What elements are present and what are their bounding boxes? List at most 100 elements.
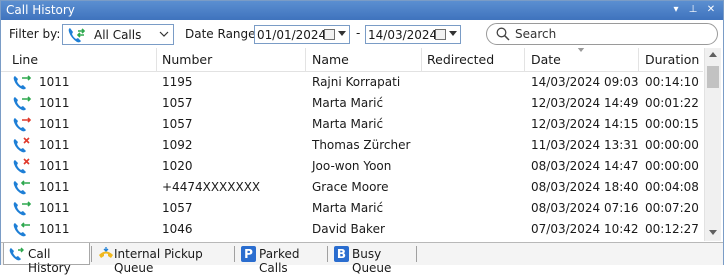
busy-queue-icon: B [334, 246, 349, 262]
cell-date: 11/03/2024 13:31 [531, 138, 639, 152]
date-from-value: 01/01/2024 [257, 28, 327, 42]
cell-number: 1057 [162, 96, 193, 110]
scroll-down-arrow[interactable] [709, 230, 717, 235]
cell-line: 1011 [39, 222, 70, 236]
vertical-scrollbar[interactable] [704, 48, 721, 241]
column-divider[interactable] [305, 48, 306, 72]
table-row[interactable]: 1011 1057 Marta Marić 12/03/2024 14:49 00:01… [1, 93, 703, 114]
tab-busy-queue[interactable]: B Busy Queue [329, 243, 415, 275]
pickup-queue-icon [99, 247, 113, 258]
table-row[interactable]: 1011 1046 David Baker 07/03/2024 10:42 00:12… [1, 219, 703, 240]
column-divider[interactable] [421, 48, 422, 72]
missed-call-icon [13, 137, 30, 153]
cell-duration: 00:01:22 [645, 96, 699, 110]
cell-duration: 00:12:27 [645, 222, 699, 236]
chevron-down-icon[interactable] [449, 31, 457, 36]
column-header-name[interactable]: Name [312, 52, 349, 67]
outgoing-call-icon [13, 201, 32, 216]
cell-number: 1092 [162, 138, 193, 152]
table-row[interactable]: 1011 1057 Marta Marić 12/03/2024 14:15 00:00… [1, 114, 703, 135]
column-header-number[interactable]: Number [162, 52, 212, 67]
cell-name: Joo-won Yoon [312, 159, 392, 173]
call-filter-value: All Calls [94, 28, 142, 42]
table-row[interactable]: 1011 +4474XXXXXXX Grace Moore 08/03/2024 18… [1, 177, 703, 198]
calendar-icon[interactable] [324, 29, 335, 40]
cell-number: +4474XXXXXXX [162, 180, 261, 194]
close-button[interactable]: ✕ [704, 2, 718, 18]
cell-date: 12/03/2024 14:49 [531, 96, 639, 110]
window-title: Call History [6, 3, 75, 17]
cell-number: 1057 [162, 201, 193, 215]
tab-call-history[interactable]: Call History [3, 243, 90, 275]
outgoing-call-failed-icon [13, 117, 32, 132]
pin-button[interactable]: ⊥ [686, 2, 700, 18]
phone-icon [9, 247, 24, 261]
tab-label: Call History [28, 247, 71, 275]
call-history-table: Line Number Name Redirected Date Duratio… [1, 48, 723, 241]
tab-divider [91, 246, 92, 262]
date-separator: - [356, 26, 361, 40]
date-from-picker[interactable]: 01/01/2024 [254, 25, 350, 44]
scrollbar-thumb[interactable] [707, 66, 719, 88]
cell-duration: 00:00:00 [645, 138, 699, 152]
column-header-redirected[interactable]: Redirected [427, 52, 494, 67]
cell-date: 07/03/2024 10:42 [531, 222, 639, 236]
column-divider[interactable] [524, 48, 525, 72]
cell-date: 14/03/2024 09:03 [531, 75, 639, 89]
filter-by-label: Filter by: [9, 27, 61, 41]
tab-divider [416, 246, 417, 262]
search-box[interactable]: Search [486, 23, 718, 45]
cell-date: 08/03/2024 18:40 [531, 180, 639, 194]
date-to-value: 14/03/2024 [368, 28, 438, 42]
sort-descending-icon [577, 48, 585, 52]
cell-duration: 00:07:20 [645, 201, 699, 215]
cell-duration: 00:00:00 [645, 159, 699, 173]
tab-divider [234, 246, 235, 262]
outgoing-call-icon [13, 96, 32, 111]
parked-calls-icon: P [241, 246, 256, 262]
incoming-call-icon [13, 222, 30, 237]
cell-line: 1011 [39, 117, 70, 131]
cell-duration: 00:04:08 [645, 180, 699, 194]
table-row[interactable]: 1011 1020 Joo-won Yoon 08/03/2024 14:47 00:0… [1, 156, 703, 177]
cell-number: 1195 [162, 75, 193, 89]
cell-name: Marta Marić [312, 96, 384, 110]
table-row[interactable]: 1011 1195 Rajni Korrapati 14/03/2024 09:03 0… [1, 72, 703, 93]
cell-line: 1011 [39, 201, 70, 215]
column-header-date[interactable]: Date [531, 52, 561, 67]
cell-line: 1011 [39, 159, 70, 173]
incoming-call-icon [13, 180, 30, 195]
window-menu-button[interactable]: ▾ [669, 2, 683, 18]
cell-date: 12/03/2024 14:15 [531, 117, 639, 131]
cell-number: 1046 [162, 222, 193, 236]
table-row[interactable]: 1011 1057 Marta Marić 08/03/2024 07:16 00:07… [1, 198, 703, 219]
tab-internal-pickup-queue[interactable]: Internal Pickup Queue [93, 243, 233, 275]
chevron-down-icon[interactable] [338, 31, 346, 36]
cell-line: 1011 [39, 138, 70, 152]
search-input[interactable]: Search [515, 27, 556, 41]
tab-parked-calls[interactable]: P Parked Calls [236, 243, 326, 275]
column-header-duration[interactable]: Duration [645, 52, 699, 67]
table-row[interactable]: 1011 1092 Thomas Zürcher 11/03/2024 13:31 00… [1, 135, 703, 156]
outgoing-call-icon [13, 75, 32, 90]
scroll-up-arrow[interactable] [709, 52, 717, 57]
cell-name: Grace Moore [312, 180, 389, 194]
cell-line: 1011 [39, 96, 70, 110]
tab-label: Internal Pickup Queue [114, 247, 203, 275]
missed-call-icon [13, 158, 30, 174]
filter-bar: Filter by: All Calls Date Range: 01/01/2… [1, 20, 723, 48]
search-icon [496, 27, 510, 41]
column-divider[interactable] [638, 48, 639, 72]
call-filter-dropdown[interactable]: All Calls [62, 24, 174, 45]
date-range-label: Date Range: [185, 27, 260, 41]
tab-label: Parked Calls [259, 247, 300, 275]
date-to-picker[interactable]: 14/03/2024 [365, 25, 461, 44]
cell-name: Marta Marić [312, 117, 384, 131]
bottom-tab-strip: Call History Internal Pickup Queue P Par… [1, 242, 723, 275]
cell-date: 08/03/2024 14:47 [531, 159, 639, 173]
tab-label: Busy Queue [352, 247, 392, 275]
calendar-icon[interactable] [435, 29, 446, 40]
column-divider[interactable] [156, 48, 157, 72]
column-header-line[interactable]: Line [12, 52, 38, 67]
cell-number: 1020 [162, 159, 193, 173]
